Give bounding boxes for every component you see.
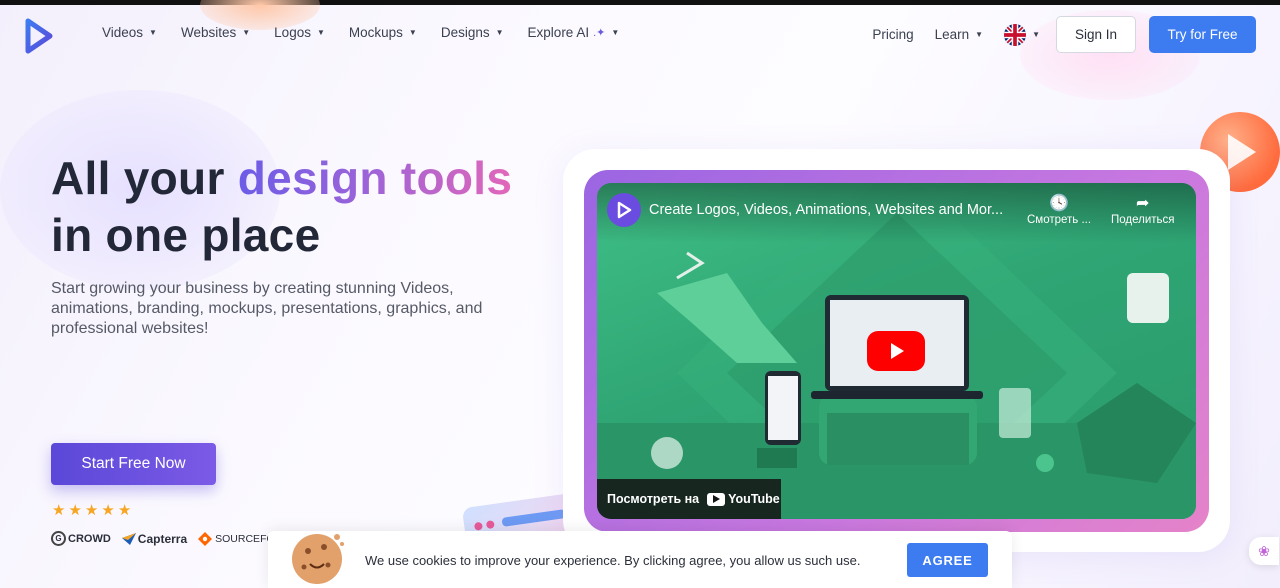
youtube-player[interactable]: Create Logos, Videos, Animations, Websit… — [597, 183, 1196, 519]
title-highlight: design tools — [237, 152, 513, 204]
learn-menu[interactable]: Learn ▼ — [935, 27, 983, 42]
caret-down-icon: ▼ — [408, 28, 417, 37]
menu-websites[interactable]: Websites ▼ — [181, 25, 250, 40]
title-part: All your — [51, 152, 238, 204]
menu-label: Videos — [102, 25, 144, 40]
caret-down-icon: ▼ — [316, 28, 325, 37]
rating-stars: ★ ★ ★ ★ ★ — [52, 503, 131, 518]
caret-down-icon: ▼ — [611, 28, 620, 37]
youtube-label: YouTube — [728, 492, 780, 506]
capterra-logo: Capterra — [121, 531, 188, 546]
caret-down-icon: ▼ — [975, 30, 984, 39]
star-icon: ★ — [84, 502, 99, 519]
menu-label: Websites — [180, 25, 237, 40]
learn-label: Learn — [934, 27, 970, 42]
star-icon: ★ — [68, 502, 82, 519]
menu-label: Explore AI — [527, 25, 590, 40]
share-button[interactable]: ➦ Поделиться — [1111, 194, 1175, 226]
capterra-icon — [121, 532, 136, 545]
g2-icon: G — [51, 531, 66, 546]
caret-down-icon: ▼ — [149, 28, 157, 37]
cookie-message: We use cookies to improve your experienc… — [365, 553, 861, 568]
menu-explore-ai[interactable]: Explore AI .✦ ▼ — [528, 25, 620, 40]
share-icon: ➦ — [1136, 195, 1150, 212]
star-icon: ★ — [117, 502, 132, 519]
review-logos: G CROWD Capterra SOURCEFOR — [51, 531, 293, 546]
main-menu: Videos ▼ Websites ▼ Logos ▼ Mockups ▼ De… — [102, 25, 643, 40]
caret-down-icon: ▼ — [242, 28, 251, 37]
brand-logo[interactable] — [24, 18, 54, 54]
sparkle-icon: .✦ — [593, 27, 606, 39]
cookie-banner: We use cookies to improve your experienc… — [268, 531, 1012, 588]
video-title[interactable]: Create Logos, Videos, Animations, Websit… — [649, 202, 1003, 218]
watch-on-youtube-button[interactable]: Посмотреть на YouTube — [597, 479, 781, 519]
watch-on-label: Посмотреть на — [607, 492, 700, 506]
channel-avatar[interactable] — [607, 193, 641, 227]
play-icon — [891, 343, 904, 359]
right-nav: Pricing Learn ▼ ▼ Sign In Try for Free — [872, 16, 1256, 53]
review-site-label: Capterra — [137, 531, 188, 546]
caret-down-icon[interactable]: ▼ — [1032, 30, 1040, 39]
watch-later-button[interactable]: 🕓 Смотреть ... — [1027, 194, 1091, 226]
sourceforge-icon — [198, 531, 213, 546]
hero-subtitle: Start growing your business by creating … — [51, 280, 483, 337]
star-icon: ★ — [101, 502, 115, 519]
g2-crowd-logo: G CROWD — [51, 531, 111, 546]
caret-down-icon: ▼ — [495, 28, 504, 37]
review-site-label: CROWD — [68, 532, 111, 545]
top-nav: Videos ▼ Websites ▼ Logos ▼ Mockups ▼ De… — [0, 5, 1280, 65]
uk-flag-icon[interactable] — [1004, 23, 1027, 46]
title-part: in one place — [51, 209, 321, 261]
menu-label: Designs — [440, 25, 490, 40]
cookie-icon — [292, 534, 344, 584]
sign-in-button[interactable]: Sign In — [1056, 16, 1136, 53]
menu-label: Mockups — [348, 25, 403, 40]
star-icon: ★ — [52, 502, 66, 519]
menu-mockups[interactable]: Mockups ▼ — [349, 25, 417, 40]
menu-videos[interactable]: Videos ▼ — [102, 25, 157, 40]
menu-designs[interactable]: Designs ▼ — [441, 25, 504, 40]
chat-widget-button[interactable]: ❀ — [1249, 537, 1279, 565]
menu-label: Logos — [274, 25, 311, 40]
watch-later-label: Смотреть ... — [1027, 214, 1092, 226]
pricing-link[interactable]: Pricing — [872, 27, 913, 42]
play-button[interactable] — [867, 331, 925, 371]
menu-logos[interactable]: Logos ▼ — [274, 25, 325, 40]
share-label: Поделиться — [1111, 214, 1175, 226]
youtube-logo-icon — [707, 492, 726, 506]
clock-icon: 🕓 — [1049, 195, 1069, 212]
brain-icon: ❀ — [1258, 542, 1270, 559]
hero-title: All your design tools in one place — [51, 150, 512, 264]
try-free-button[interactable]: Try for Free — [1149, 16, 1256, 53]
agree-button[interactable]: AGREE — [907, 543, 988, 577]
start-free-button[interactable]: Start Free Now — [51, 443, 216, 485]
